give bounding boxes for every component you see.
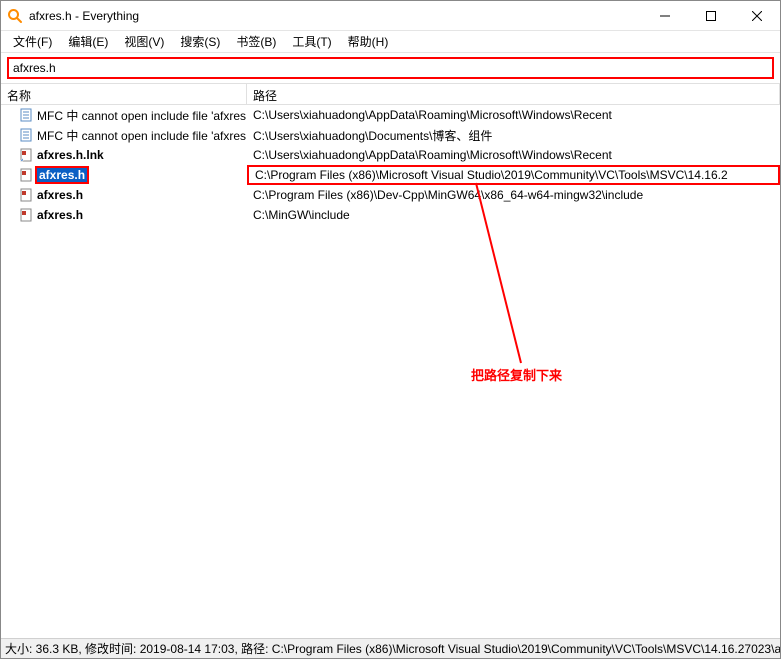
window-controls [642,1,780,31]
close-button[interactable] [734,1,780,31]
window-title: afxres.h - Everything [29,9,642,23]
annotation-arrow [1,105,780,650]
column-header-path[interactable]: 路径 [247,84,780,104]
titlebar: afxres.h - Everything [1,1,780,31]
search-input[interactable] [7,57,774,79]
column-headers: 名称 路径 [1,83,780,105]
menu-search[interactable]: 搜索(S) [172,31,228,52]
maximize-button[interactable] [688,1,734,31]
menubar: 文件(F) 编辑(E) 视图(V) 搜索(S) 书签(B) 工具(T) 帮助(H… [1,31,780,53]
menu-edit[interactable]: 编辑(E) [60,31,116,52]
statusbar: 大小: 36.3 KB, 修改时间: 2019-08-14 17:03, 路径:… [1,638,780,658]
search-row [1,53,780,83]
menu-file[interactable]: 文件(F) [5,31,60,52]
menu-view[interactable]: 视图(V) [116,31,172,52]
app-icon [7,8,23,24]
menu-bookmarks[interactable]: 书签(B) [228,31,284,52]
menu-help[interactable]: 帮助(H) [340,31,397,52]
column-header-name[interactable]: 名称 [1,84,247,104]
annotation-text: 把路径复制下来 [471,365,562,384]
results-list: MFC 中 cannot open include file 'afxres..… [1,105,780,650]
menu-tools[interactable]: 工具(T) [284,31,339,52]
minimize-button[interactable] [642,1,688,31]
